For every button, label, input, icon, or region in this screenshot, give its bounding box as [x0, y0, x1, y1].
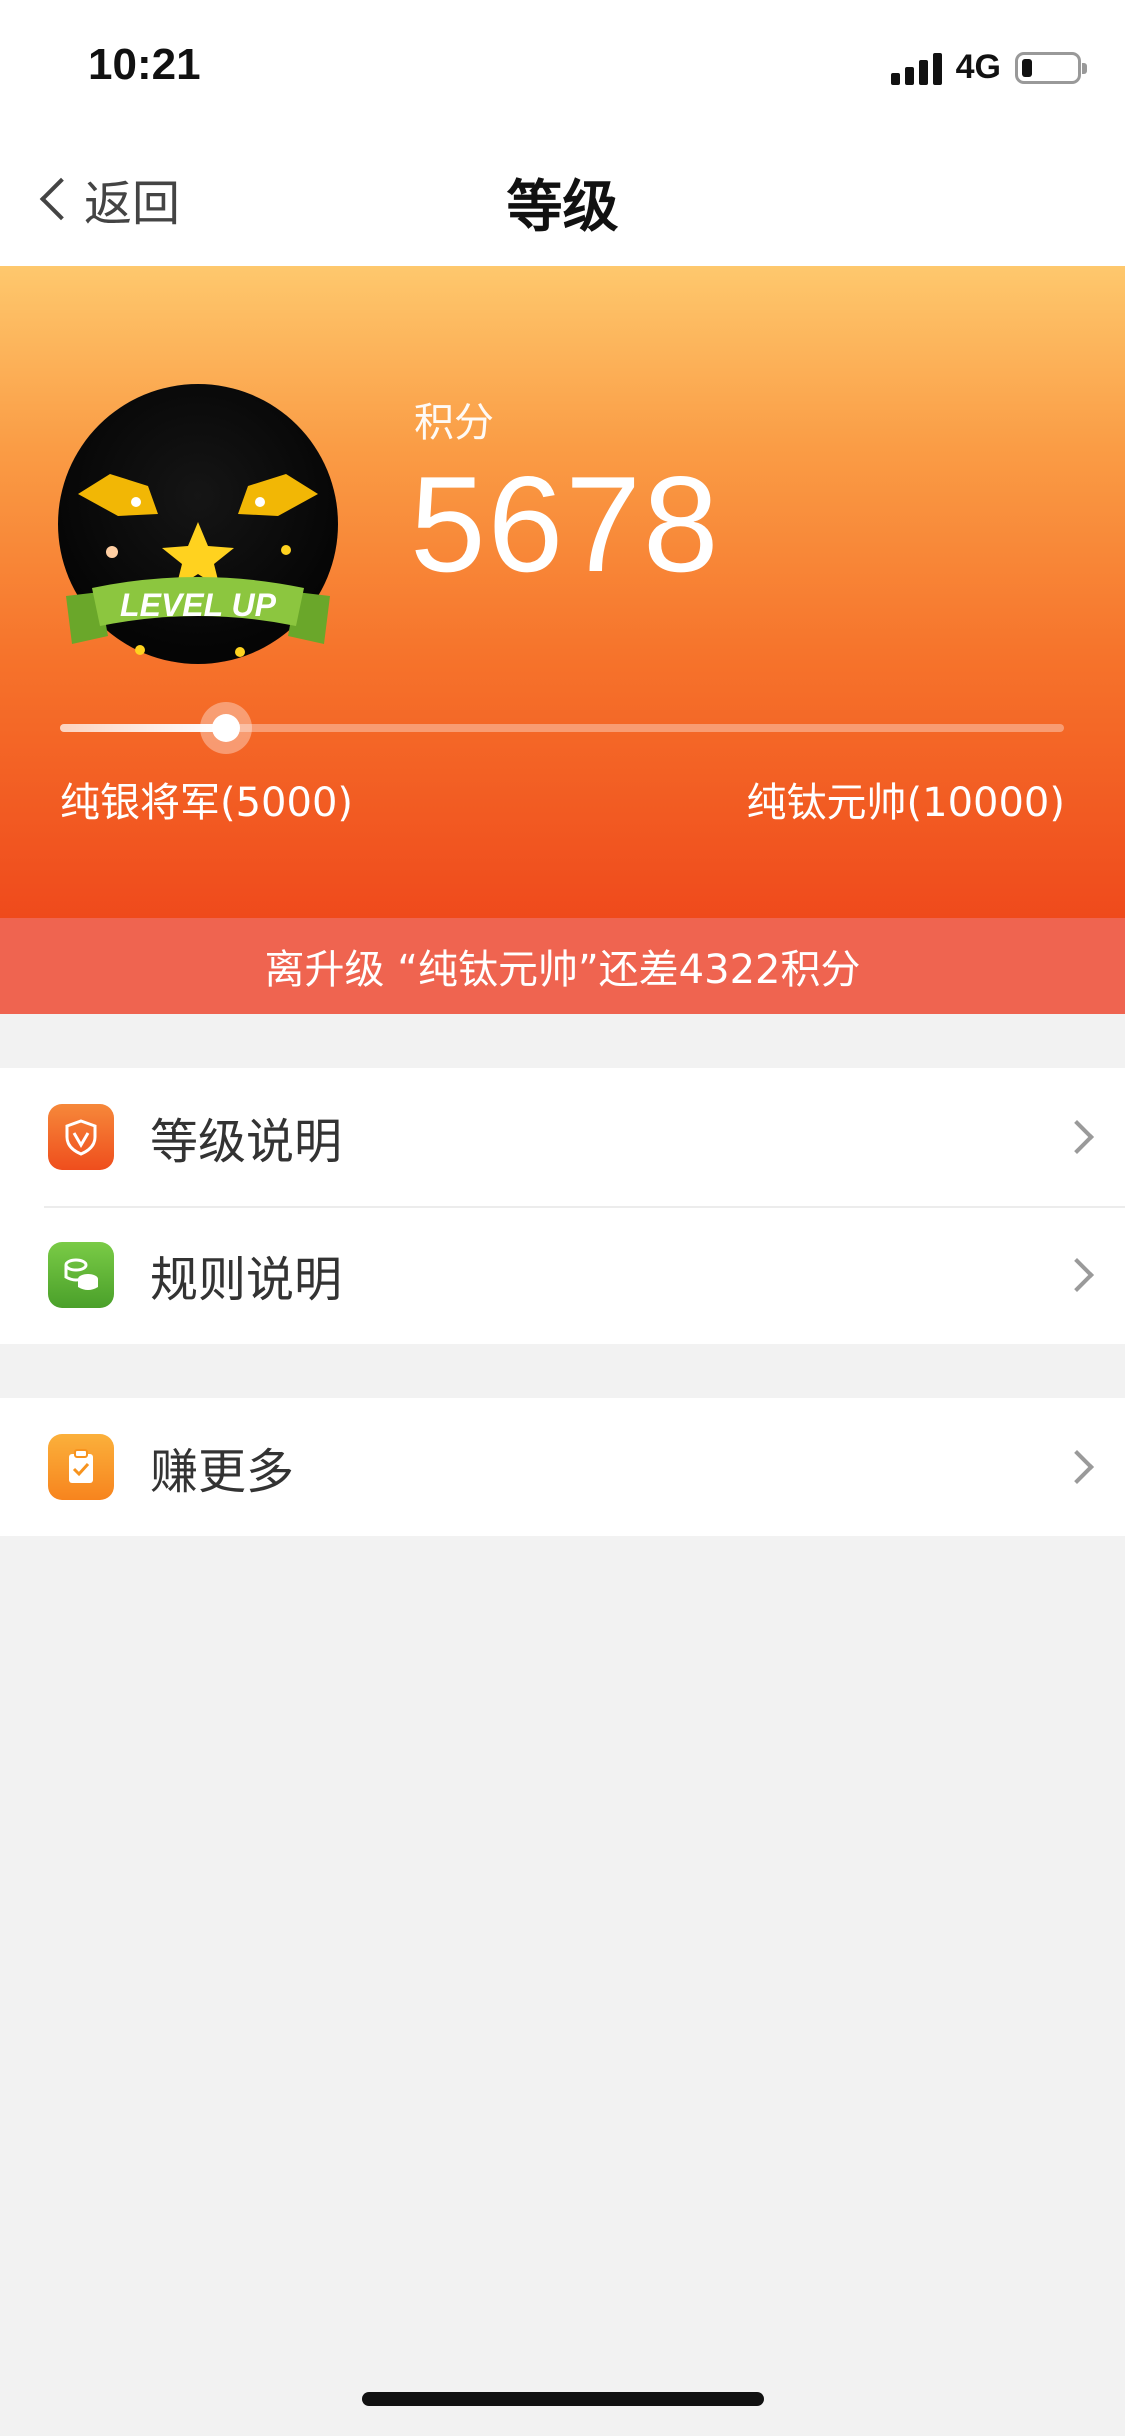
signal-icon — [890, 51, 942, 85]
level-hero: LEVEL UP 积分 5678 纯银将军(5000) 纯钛元帅(10000) — [0, 266, 1125, 918]
points-value: 5678 — [410, 448, 721, 600]
menu-group-earn: 赚更多 — [0, 1398, 1125, 1536]
chevron-right-icon — [1060, 1450, 1094, 1484]
menu-item-level-info[interactable]: 等级说明 — [0, 1068, 1125, 1206]
next-level-label: 纯钛元帅(10000) — [746, 780, 1065, 826]
chevron-right-icon — [1060, 1258, 1094, 1292]
battery-level — [1022, 58, 1032, 77]
menu-item-label: 赚更多 — [150, 1444, 295, 1500]
menu-item-earn-more[interactable]: 赚更多 — [0, 1398, 1125, 1536]
page-title: 等级 — [506, 175, 619, 240]
avatar-badge-text: LEVEL UP — [120, 587, 277, 623]
shield-icon — [48, 1104, 114, 1170]
home-indicator[interactable] — [362, 2392, 764, 2406]
menu-item-label: 规则说明 — [150, 1252, 343, 1308]
status-time: 10:21 — [88, 40, 201, 89]
battery-icon — [1015, 51, 1087, 84]
level-progress-knob — [199, 702, 252, 754]
level-progress-track — [60, 702, 1064, 754]
points-label: 积分 — [414, 400, 494, 446]
network-label: 4G — [955, 48, 1001, 86]
coins-icon — [48, 1242, 114, 1308]
menu-group-info: 等级说明 规则说明 — [0, 1068, 1125, 1344]
chevron-right-icon — [1060, 1120, 1094, 1154]
menu-item-label: 等级说明 — [150, 1114, 343, 1170]
avatar[interactable]: LEVEL UP — [58, 384, 338, 664]
menu-item-rules[interactable]: 规则说明 — [0, 1206, 1125, 1344]
nav-bar: 返回 等级 — [0, 136, 1125, 266]
current-level-label: 纯银将军(5000) — [60, 780, 354, 826]
status-indicators: 4G — [890, 48, 1087, 87]
upgrade-notice: 离升级 “纯钛元帅”还差4322积分 — [0, 918, 1125, 1014]
clipboard-check-icon — [48, 1434, 114, 1500]
level-up-emblem-icon: LEVEL UP — [66, 474, 330, 657]
status-bar: 10:21 4G — [0, 0, 1125, 136]
level-screen: 10:21 4G 返回 等级 LEVEL UP 积分 5678 纯银将军(500… — [0, 0, 1125, 2436]
